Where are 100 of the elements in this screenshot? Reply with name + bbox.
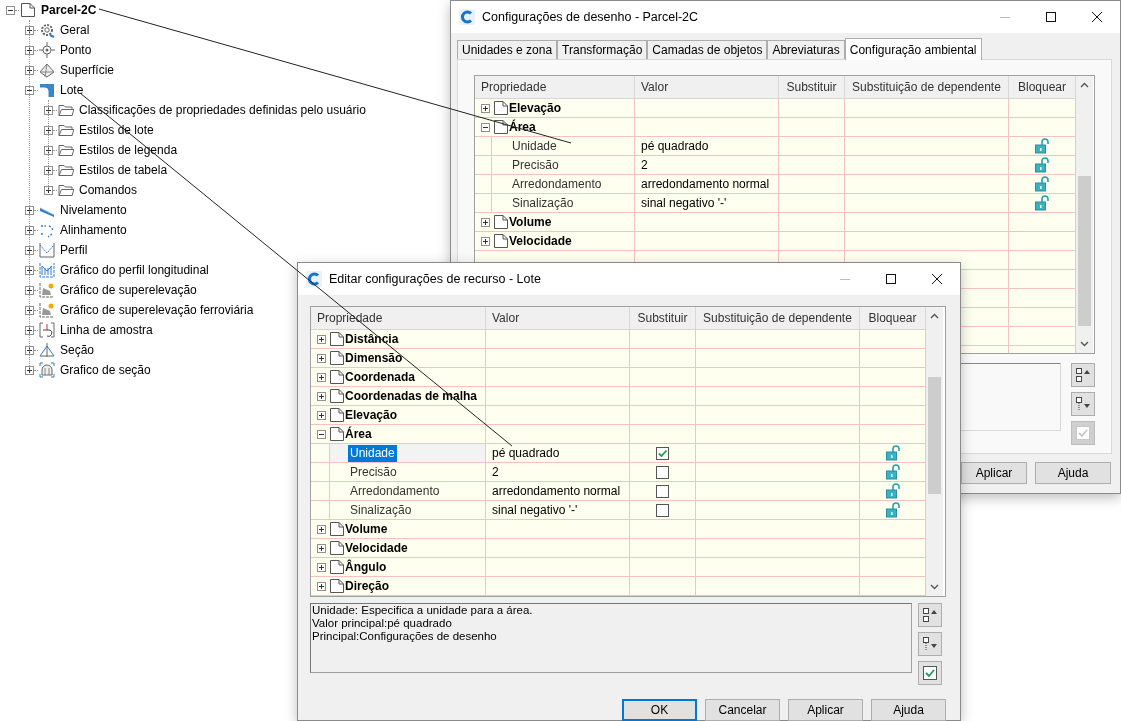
collapse-icon[interactable] bbox=[481, 122, 490, 132]
column-header[interactable]: Substituir bbox=[779, 76, 845, 98]
collapse-all-button[interactable] bbox=[918, 632, 942, 656]
group-label[interactable]: Área bbox=[509, 118, 536, 136]
tree-item[interactable]: Gráfico do perfil longitudinal bbox=[60, 261, 209, 279]
collapse-all-button[interactable] bbox=[1071, 392, 1095, 416]
tree-item[interactable]: Superfície bbox=[60, 61, 115, 79]
tree-item[interactable]: Geral bbox=[60, 21, 90, 39]
tree-item[interactable]: Nivelamento bbox=[60, 201, 127, 219]
collapse-icon[interactable] bbox=[25, 85, 34, 95]
expand-icon[interactable] bbox=[44, 165, 53, 175]
expand-icon[interactable] bbox=[25, 25, 34, 35]
expand-icon[interactable] bbox=[481, 103, 490, 113]
checkbox[interactable] bbox=[656, 465, 669, 479]
group-label[interactable]: Elevação bbox=[509, 99, 562, 117]
tree-item[interactable]: Alinhamento bbox=[60, 221, 127, 239]
tree-item[interactable]: Lote bbox=[60, 81, 84, 99]
expand-icon[interactable] bbox=[44, 125, 53, 135]
property-label[interactable]: Unidade bbox=[348, 444, 397, 462]
dialog-button[interactable]: Aplicar bbox=[788, 699, 863, 721]
tab[interactable]: Abreviaturas bbox=[767, 40, 845, 59]
expand-icon[interactable] bbox=[25, 205, 34, 215]
tree-item[interactable]: Gráfico de superelevação ferroviária bbox=[60, 301, 254, 319]
expand-icon[interactable] bbox=[25, 345, 34, 355]
expand-icon[interactable] bbox=[317, 372, 326, 382]
column-header[interactable]: Propriedade bbox=[475, 76, 635, 98]
column-header[interactable]: Substituição de dependente bbox=[696, 307, 860, 329]
expand-icon[interactable] bbox=[317, 391, 326, 401]
expand-icon[interactable] bbox=[44, 185, 53, 195]
column-header[interactable]: Valor bbox=[486, 307, 630, 329]
group-label[interactable]: Volume bbox=[509, 213, 552, 231]
expand-icon[interactable] bbox=[317, 353, 326, 363]
tab[interactable]: Configuração ambiental bbox=[844, 38, 982, 60]
accept-button[interactable] bbox=[918, 661, 942, 685]
expand-icon[interactable] bbox=[25, 45, 34, 55]
tree-item[interactable]: Ponto bbox=[60, 41, 92, 59]
column-header[interactable]: Substituir bbox=[630, 307, 696, 329]
expand-all-button[interactable] bbox=[918, 603, 942, 627]
expand-icon[interactable] bbox=[25, 245, 34, 255]
expand-icon[interactable] bbox=[481, 236, 490, 246]
dialog-button[interactable]: Aplicar bbox=[961, 462, 1027, 484]
property-label[interactable]: Precisão bbox=[348, 463, 399, 481]
checkbox[interactable] bbox=[656, 503, 669, 517]
dialog-button[interactable]: Ajuda bbox=[871, 699, 946, 721]
expand-icon[interactable] bbox=[25, 305, 34, 315]
expand-icon[interactable] bbox=[481, 217, 490, 227]
expand-icon[interactable] bbox=[25, 65, 34, 75]
tree-item[interactable]: Grafico de seção bbox=[60, 361, 151, 379]
expand-all-button[interactable] bbox=[1071, 363, 1095, 387]
checkbox[interactable] bbox=[656, 484, 669, 498]
expand-icon[interactable] bbox=[44, 105, 53, 115]
expand-icon[interactable] bbox=[44, 145, 53, 155]
tree-item[interactable]: Classificações de propriedades definidas pelo usuário bbox=[79, 101, 366, 119]
group-label[interactable]: Ângulo bbox=[345, 558, 387, 576]
tab[interactable]: Camadas de objetos bbox=[647, 40, 768, 59]
group-label[interactable]: Direção bbox=[345, 577, 390, 595]
expand-icon[interactable] bbox=[317, 581, 326, 591]
expand-icon[interactable] bbox=[317, 562, 326, 572]
group-label[interactable]: Dimensão bbox=[345, 349, 403, 367]
tree-item[interactable]: Gráfico de superelevação bbox=[60, 281, 197, 299]
column-header[interactable]: Substituição de dependente bbox=[845, 76, 1009, 98]
property-label[interactable]: Sinalização bbox=[348, 501, 414, 519]
property-label[interactable]: Arredondamento bbox=[510, 175, 604, 193]
collapse-icon[interactable] bbox=[6, 5, 15, 15]
tree-item[interactable]: Seção bbox=[60, 341, 95, 359]
group-label[interactable]: Volume bbox=[345, 520, 388, 538]
group-label[interactable]: Elevação bbox=[345, 406, 398, 424]
group-label[interactable]: Área bbox=[345, 425, 372, 443]
tree-item[interactable]: Perfil bbox=[60, 241, 88, 259]
expand-icon[interactable] bbox=[317, 524, 326, 534]
dialog-button[interactable]: Ajuda bbox=[1035, 462, 1111, 484]
group-label[interactable]: Velocidade bbox=[509, 232, 572, 250]
expand-icon[interactable] bbox=[25, 265, 34, 275]
tree-item[interactable]: Comandos bbox=[79, 181, 138, 199]
checkbox[interactable] bbox=[656, 446, 669, 460]
tree-item[interactable]: Parcel-2C bbox=[41, 1, 97, 19]
tab[interactable]: Transformação bbox=[557, 40, 648, 59]
column-header[interactable]: Valor bbox=[635, 76, 779, 98]
tree-item[interactable]: Estilos de tabela bbox=[79, 161, 168, 179]
property-label[interactable]: Arredondamento bbox=[348, 482, 442, 500]
dialog-button[interactable]: OK bbox=[622, 699, 697, 721]
expand-icon[interactable] bbox=[25, 325, 34, 335]
expand-icon[interactable] bbox=[25, 285, 34, 295]
expand-icon[interactable] bbox=[317, 334, 326, 344]
property-label[interactable]: Sinalização bbox=[510, 194, 576, 212]
expand-icon[interactable] bbox=[317, 543, 326, 553]
expand-icon[interactable] bbox=[317, 410, 326, 420]
group-label[interactable]: Coordenada bbox=[345, 368, 415, 386]
expand-icon[interactable] bbox=[25, 225, 34, 235]
dialog-button[interactable]: Cancelar bbox=[705, 699, 780, 721]
collapse-icon[interactable] bbox=[317, 429, 326, 439]
scrollbar[interactable] bbox=[926, 307, 943, 596]
tree-item[interactable]: Linha de amostra bbox=[60, 321, 153, 339]
expand-icon[interactable] bbox=[25, 365, 34, 375]
scrollbar[interactable] bbox=[1076, 76, 1093, 353]
property-label[interactable]: Precisão bbox=[510, 156, 561, 174]
tab[interactable]: Unidades e zona bbox=[457, 40, 558, 59]
group-label[interactable]: Distância bbox=[345, 330, 399, 348]
tree-item[interactable]: Estilos de legenda bbox=[79, 141, 178, 159]
group-label[interactable]: Velocidade bbox=[345, 539, 408, 557]
